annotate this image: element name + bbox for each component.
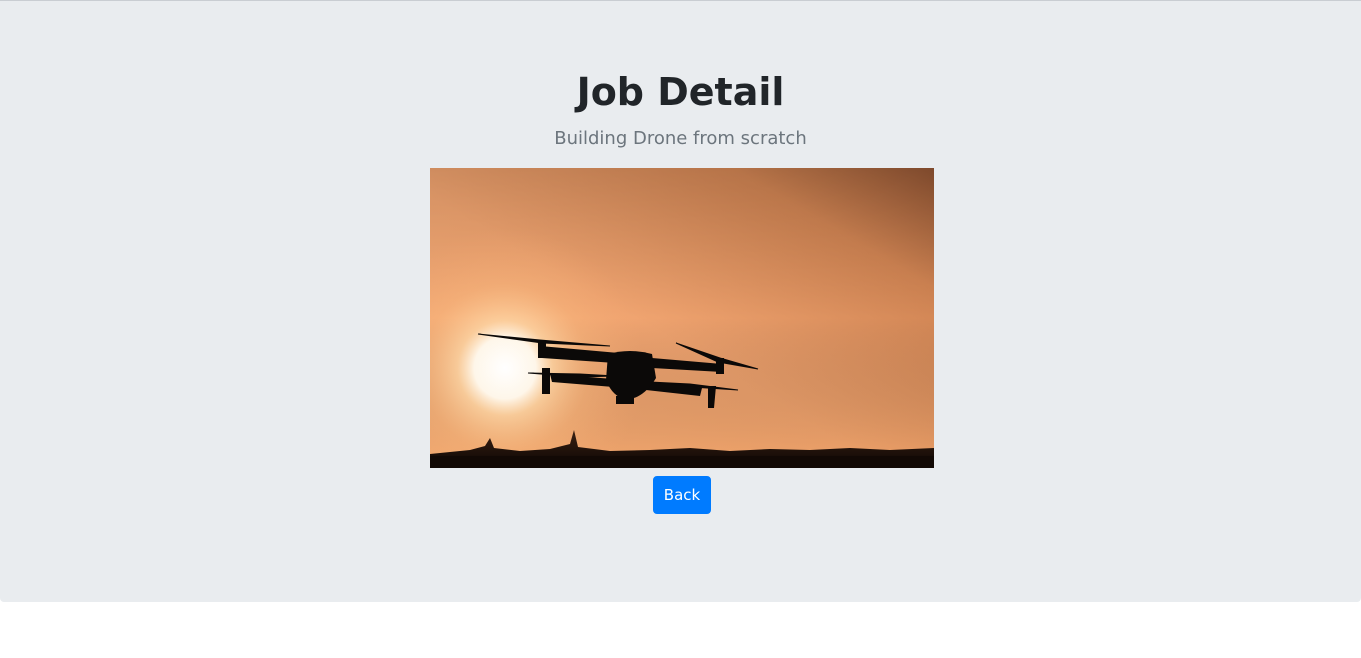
page-title: Job Detail [576, 70, 785, 114]
job-image [430, 168, 934, 468]
job-title-subtitle: Building Drone from scratch [554, 128, 807, 149]
job-detail-panel: Job Detail Building Drone from scratch B… [0, 1, 1361, 602]
back-button[interactable]: Back [653, 476, 711, 514]
